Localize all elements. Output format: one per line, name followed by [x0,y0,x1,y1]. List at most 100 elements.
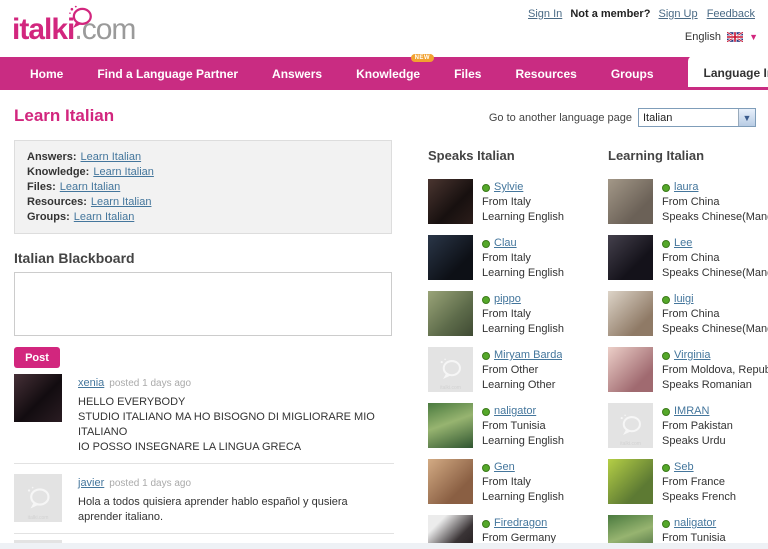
site-logo[interactable]: italki.com [12,6,135,54]
goto-language: Go to another language page Italian ▼ [489,108,756,127]
nav-items: Home Find a Language Partner Answers Kno… [0,57,768,90]
member-name-link[interactable]: laura [674,180,698,195]
nav-item-groups[interactable]: Groups [611,67,654,81]
member-name-link[interactable]: Clau [494,236,517,251]
member-name-link[interactable]: Virginia [674,348,711,363]
member-row: ClauFrom ItalyLearning English [428,235,593,281]
member-detail: Learning English [482,322,564,337]
member-from: From Other [482,363,562,378]
member-row: italki.com Miryam BardaFrom OtherLearning… [428,347,593,393]
avatar[interactable] [428,291,473,336]
tab-language-index[interactable]: Language Index [688,56,768,87]
nav-item-resources[interactable]: Resources [515,67,576,81]
avatar[interactable] [608,459,653,504]
quick-link-category: Files: [27,181,56,193]
member-name-link[interactable]: Gen [494,460,515,475]
online-status-icon [662,184,670,192]
nav-item-find-partner[interactable]: Find a Language Partner [97,67,238,81]
member-name-link[interactable]: naligator [674,516,716,531]
member-name-link[interactable]: pippo [494,292,521,307]
member-row: GenFrom ItalyLearning English [428,459,593,505]
member-name-link[interactable]: Lee [674,236,692,251]
placeholder-logo-text: italki.com [14,515,62,521]
page-bottom-strip [0,543,768,549]
member-from: From Italy [482,195,564,210]
post-meta: javier posted 1 days ago [78,476,394,491]
avatar[interactable] [428,235,473,280]
member-info: SylvieFrom ItalyLearning English [482,179,564,225]
member-info: LeeFrom ChinaSpeaks Chinese(Mand [662,235,768,281]
language-page-select[interactable]: Italian ▼ [638,108,756,127]
member-row: SylvieFrom ItalyLearning English [428,179,593,225]
blackboard-compose-input[interactable] [14,272,392,336]
quick-link-answers[interactable]: Learn Italian [81,151,142,163]
post-author-link[interactable]: xenia [78,377,104,389]
member-info: naligatorFrom TunisiaLearning English [482,403,564,449]
blackboard-title: Italian Blackboard [14,250,135,266]
member-info: GenFrom ItalyLearning English [482,459,564,505]
site-header: italki.com Sign In Not a member? Sign Up… [0,0,768,57]
site-language-selector[interactable]: English ▼ [685,31,758,45]
member-info: VirginiaFrom Moldova, RepubSpeaks Romani… [662,347,768,393]
avatar[interactable] [428,403,473,448]
member-info: pippoFrom ItalyLearning English [482,291,564,337]
member-detail: Learning English [482,266,564,281]
member-info: ClauFrom ItalyLearning English [482,235,564,281]
member-from: From Italy [482,475,564,490]
member-name-link[interactable]: Sylvie [494,180,523,195]
quick-link-resources[interactable]: Learn Italian [91,196,152,208]
member-name-link[interactable]: naligator [494,404,536,419]
nav-item-answers[interactable]: Answers [272,67,322,81]
member-name-link[interactable]: IMRAN [674,404,709,419]
select-arrow-icon[interactable]: ▼ [738,109,755,126]
speaks-column-title: Speaks Italian [428,148,593,163]
member-from: From Italy [482,307,564,322]
post-item: xeniaposted 1 days ago HELLO EVERYBODY S… [14,374,394,464]
language-page-selected: Italian [639,112,672,124]
avatar[interactable]: italki.com [14,474,62,522]
member-row: italki.comIMRANFrom PakistanSpeaks Urdu [608,403,768,449]
nav-item-home[interactable]: Home [30,67,63,81]
avatar[interactable] [608,179,653,224]
feedback-link[interactable]: Feedback [707,8,755,20]
avatar[interactable] [608,291,653,336]
online-status-icon [662,464,670,472]
member-name-link[interactable]: Firedragon [494,516,547,531]
post-author-link[interactable]: javier [78,477,104,489]
avatar[interactable]: italki.com [608,403,653,448]
avatar[interactable] [14,374,62,422]
online-status-icon [482,240,490,248]
member-detail: Learning Other [482,378,562,393]
learning-column-title: Learning Italian [608,148,768,163]
member-detail: Speaks Urdu [662,434,733,449]
post-text: HELLO EVERYBODY STUDIO ITALIANO MA HO BI… [78,395,394,455]
member-row: luigiFrom ChinaSpeaks Chinese(Mand [608,291,768,337]
member-name-link[interactable]: luigi [674,292,694,307]
post-timestamp: posted 1 days ago [109,478,191,489]
quick-link-groups[interactable]: Learn Italian [74,211,135,223]
nav-item-files[interactable]: Files [454,67,481,81]
avatar[interactable] [428,459,473,504]
avatar[interactable] [428,179,473,224]
speech-bubble-logo-icon [68,4,94,26]
quick-link-files[interactable]: Learn Italian [60,181,121,193]
member-info: lauraFrom ChinaSpeaks Chinese(Mand [662,179,768,225]
speaks-italian-column: Speaks Italian SylvieFrom ItalyLearning … [428,148,593,549]
sign-up-link[interactable]: Sign Up [658,8,697,20]
member-name-link[interactable]: Seb [674,460,694,475]
avatar[interactable] [608,347,653,392]
quick-link-knowledge[interactable]: Learn Italian [93,166,154,178]
member-row: LeeFrom ChinaSpeaks Chinese(Mand [608,235,768,281]
online-status-icon [482,296,490,304]
nav-item-knowledge[interactable]: KnowledgeNEW [356,67,420,81]
avatar[interactable]: italki.com [428,347,473,392]
sign-in-link[interactable]: Sign In [528,8,562,20]
learning-italian-column: Learning Italian lauraFrom ChinaSpeaks C… [608,148,768,549]
quick-link-row: Knowledge:Learn Italian [27,165,379,180]
avatar[interactable] [608,235,653,280]
online-status-icon [662,296,670,304]
placeholder-logo-text: italki.com [428,385,473,391]
quick-link-category: Resources: [27,196,87,208]
member-name-link[interactable]: Miryam Barda [494,348,562,363]
post-button[interactable]: Post [14,347,60,368]
